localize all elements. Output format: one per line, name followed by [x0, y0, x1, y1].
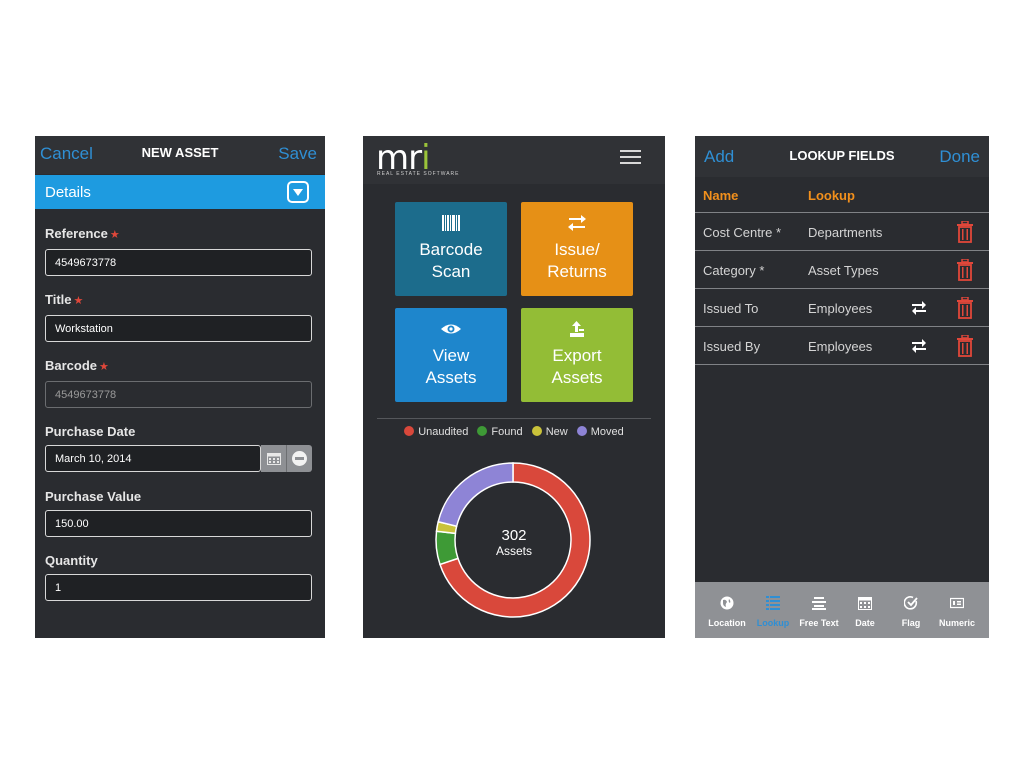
donut-center-label: Assets	[495, 544, 532, 558]
collapse-section-button[interactable]	[287, 181, 309, 203]
done-button[interactable]: Done	[939, 147, 980, 167]
barcode-icon	[442, 215, 460, 231]
tab-flag[interactable]: Flag	[888, 582, 934, 638]
row-name: Cost Centre *	[703, 225, 782, 240]
purchase-value-label: Purchase Value	[45, 489, 142, 504]
barcode-scan-tile[interactable]: Barcode Scan	[395, 202, 507, 296]
calendar-icon	[858, 597, 872, 610]
tab-location[interactable]: Location	[704, 582, 750, 638]
swap-arrows-icon[interactable]	[911, 301, 927, 315]
purchase-date-label: Purchase Date	[45, 424, 136, 439]
nav-bar: Add LOOKUP FIELDS Done	[695, 136, 989, 177]
row-name: Issued By	[703, 339, 761, 354]
swap-arrows-icon	[568, 215, 586, 231]
tab-numeric[interactable]: Numeric	[934, 582, 980, 638]
trash-icon[interactable]	[956, 297, 974, 319]
chevron-down-icon	[293, 189, 303, 196]
nav-bar: Cancel NEW ASSET Save	[35, 136, 325, 174]
text-lines-icon	[812, 597, 826, 610]
trash-icon[interactable]	[956, 221, 974, 243]
quantity-label: Quantity	[45, 553, 98, 568]
issue-returns-tile[interactable]: Issue/Returns	[521, 202, 633, 296]
globe-icon	[720, 596, 734, 610]
details-section-label: Details	[45, 184, 91, 201]
tab-free-text[interactable]: Free Text	[796, 582, 842, 638]
purchase-date-input[interactable]: March 10, 2014	[45, 445, 261, 472]
legend-item-found: Found	[477, 426, 523, 438]
tab-lookup[interactable]: Lookup	[750, 582, 796, 638]
required-star-icon: ★	[99, 361, 109, 373]
nav-bar: mri REAL ESTATE SOFTWARE	[363, 136, 665, 184]
date-controls	[261, 445, 312, 472]
required-star-icon: ★	[73, 295, 84, 307]
export-icon	[570, 321, 584, 337]
details-section-header[interactable]: Details	[35, 175, 325, 209]
hamburger-menu-icon[interactable]	[620, 150, 641, 166]
check-circle-icon	[904, 596, 918, 610]
dashboard-screen: mri REAL ESTATE SOFTWARE Barcode Scan Iss…	[363, 136, 665, 638]
column-header-name: Name	[703, 188, 739, 203]
tab-date[interactable]: Date	[842, 582, 888, 638]
legend-item-unaudited: Unaudited	[404, 426, 468, 438]
trash-icon[interactable]	[956, 335, 974, 357]
barcode-label: Barcode ★	[45, 358, 109, 373]
save-button[interactable]: Save	[278, 144, 317, 164]
trash-icon[interactable]	[956, 259, 974, 281]
donut-center-value: 302	[501, 527, 527, 544]
row-lookup: Departments	[808, 225, 883, 240]
lookup-fields-screen: Add LOOKUP FIELDS Done Name Lookup Cost …	[695, 136, 989, 638]
title-label: Title ★	[45, 292, 84, 307]
numeric-icon	[950, 597, 964, 609]
field-type-tab-bar: Location Lookup Free Text Date Flag Nume…	[695, 582, 989, 638]
list-icon	[766, 596, 780, 610]
title-input[interactable]: Workstation	[45, 315, 312, 342]
calendar-icon[interactable]	[267, 452, 281, 465]
legend-item-moved: Moved	[576, 426, 624, 438]
chart-legend: Unaudited Found New Moved	[363, 426, 665, 438]
row-name: Issued To	[703, 301, 759, 316]
legend-item-new: New	[531, 426, 568, 438]
barcode-input[interactable]: 4549673778	[45, 381, 312, 408]
row-lookup: Employees	[808, 301, 873, 316]
row-name: Category *	[703, 263, 765, 278]
required-star-icon: ★	[109, 229, 120, 241]
export-assets-tile[interactable]: Export Assets	[521, 308, 633, 402]
reference-input[interactable]: 4549673778	[45, 249, 312, 276]
column-header-lookup: Lookup	[808, 188, 855, 203]
new-asset-screen: Cancel NEW ASSET Save Details Reference ★…	[35, 136, 325, 638]
quantity-input[interactable]: 1	[45, 574, 312, 601]
logo-subtitle: REAL ESTATE SOFTWARE	[377, 171, 460, 177]
swap-arrows-icon[interactable]	[911, 339, 927, 353]
clear-date-icon[interactable]	[292, 451, 307, 466]
reference-label: Reference ★	[45, 226, 120, 241]
donut-slice-moved	[437, 462, 514, 528]
row-lookup: Employees	[808, 339, 873, 354]
purchase-value-input[interactable]: 150.00	[45, 510, 312, 537]
eye-icon	[441, 324, 461, 334]
row-lookup: Asset Types	[808, 263, 879, 278]
view-assets-tile[interactable]: View Assets	[395, 308, 507, 402]
